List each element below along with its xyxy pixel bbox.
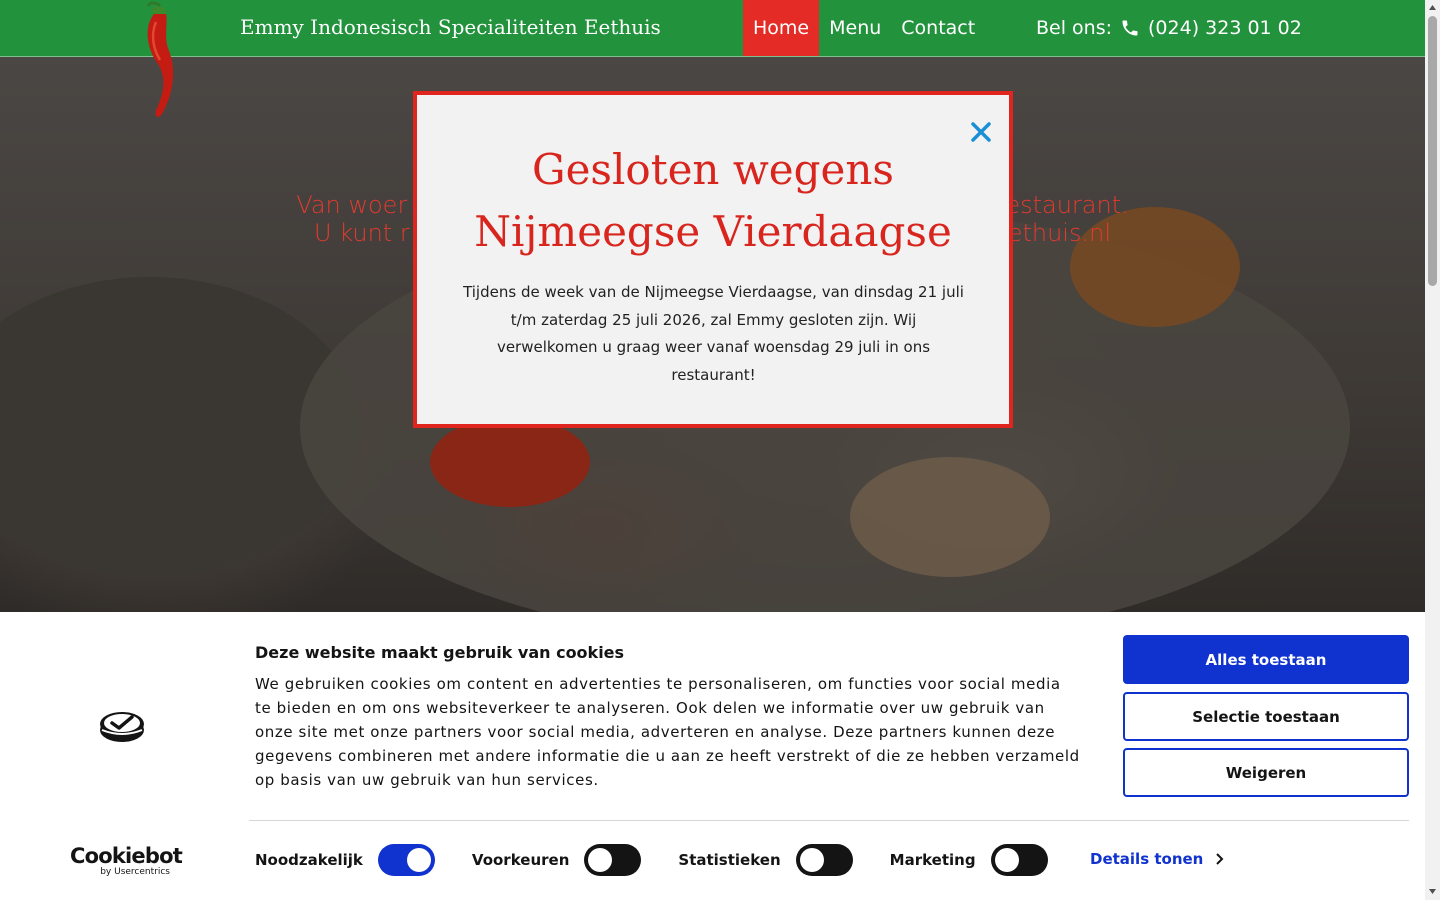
phone-number: (024) 323 01 02 xyxy=(1148,17,1302,39)
nav-home[interactable]: Home xyxy=(743,0,820,56)
main-nav: Home Menu Contact xyxy=(743,0,985,56)
details-link[interactable]: Details tonen xyxy=(1090,850,1225,868)
preferences-toggle[interactable] xyxy=(584,844,642,876)
cookie-category-toggles: Noodzakelijk Voorkeuren Statistieken Mar… xyxy=(255,843,1085,877)
cookiebot-brand[interactable]: Cookiebot by Usercentrics xyxy=(70,845,183,877)
toggle-knob xyxy=(799,848,824,872)
top-navigation-bar: Emmy Indonesisch Specialiteiten Eethuis … xyxy=(0,0,1425,57)
allow-selection-button[interactable]: Selectie toestaan xyxy=(1123,692,1409,741)
phone-icon xyxy=(1122,20,1138,36)
toggle-label: Statistieken xyxy=(678,851,781,869)
phone-link[interactable]: Bel ons: (024) 323 01 02 xyxy=(1036,0,1302,56)
toggle-label: Marketing xyxy=(889,851,976,869)
chili-pepper-logo[interactable] xyxy=(138,0,184,122)
nuts-shape xyxy=(850,457,1050,577)
necessary-toggle[interactable] xyxy=(377,844,435,876)
toggle-knob xyxy=(588,848,613,872)
allow-all-button[interactable]: Alles toestaan xyxy=(1123,635,1409,684)
cookie-description: We gebruiken cookies om content en adver… xyxy=(255,675,1080,789)
nav-menu[interactable]: Menu xyxy=(819,0,891,56)
scroll-up-arrow-icon[interactable] xyxy=(1428,3,1437,12)
statistics-toggle[interactable] xyxy=(795,844,853,876)
marketing-toggle[interactable] xyxy=(990,844,1048,876)
toggle-group-necessary: Noodzakelijk xyxy=(255,844,435,876)
divider xyxy=(249,820,1409,821)
chevron-right-icon xyxy=(1216,853,1224,865)
deny-button[interactable]: Weigeren xyxy=(1123,748,1409,797)
toggle-group-preferences: Voorkeuren xyxy=(471,844,642,876)
closure-notice-modal: Gesloten wegens Nijmeegse Vierdaagse Tij… xyxy=(413,91,1013,428)
modal-title: Gesloten wegens Nijmeegse Vierdaagse xyxy=(474,145,952,256)
scroll-thumb[interactable] xyxy=(1428,16,1437,286)
toggle-knob xyxy=(994,848,1019,872)
modal-body-text: Tijdens de week van de Nijmeegse Vierdaa… xyxy=(463,283,964,384)
nav-contact[interactable]: Contact xyxy=(891,0,985,56)
toggle-label: Noodzakelijk xyxy=(255,851,363,869)
toggle-knob xyxy=(406,848,431,872)
red-pepper-shape xyxy=(430,417,590,507)
cookie-consent-banner: Deze website maakt gebruik van cookies W… xyxy=(0,612,1425,900)
cookie-title: Deze website maakt gebruik van cookies xyxy=(255,643,625,662)
toggle-label: Voorkeuren xyxy=(471,851,570,869)
site-title[interactable]: Emmy Indonesisch Specialiteiten Eethuis xyxy=(240,15,661,39)
page-scrollbar[interactable] xyxy=(1425,0,1440,900)
scroll-down-arrow-icon[interactable] xyxy=(1428,887,1437,896)
cookiebot-logo-icon xyxy=(100,712,144,742)
toggle-group-statistics: Statistieken xyxy=(678,844,853,876)
phone-prefix: Bel ons: xyxy=(1036,17,1113,39)
toggle-group-marketing: Marketing xyxy=(890,844,1048,876)
